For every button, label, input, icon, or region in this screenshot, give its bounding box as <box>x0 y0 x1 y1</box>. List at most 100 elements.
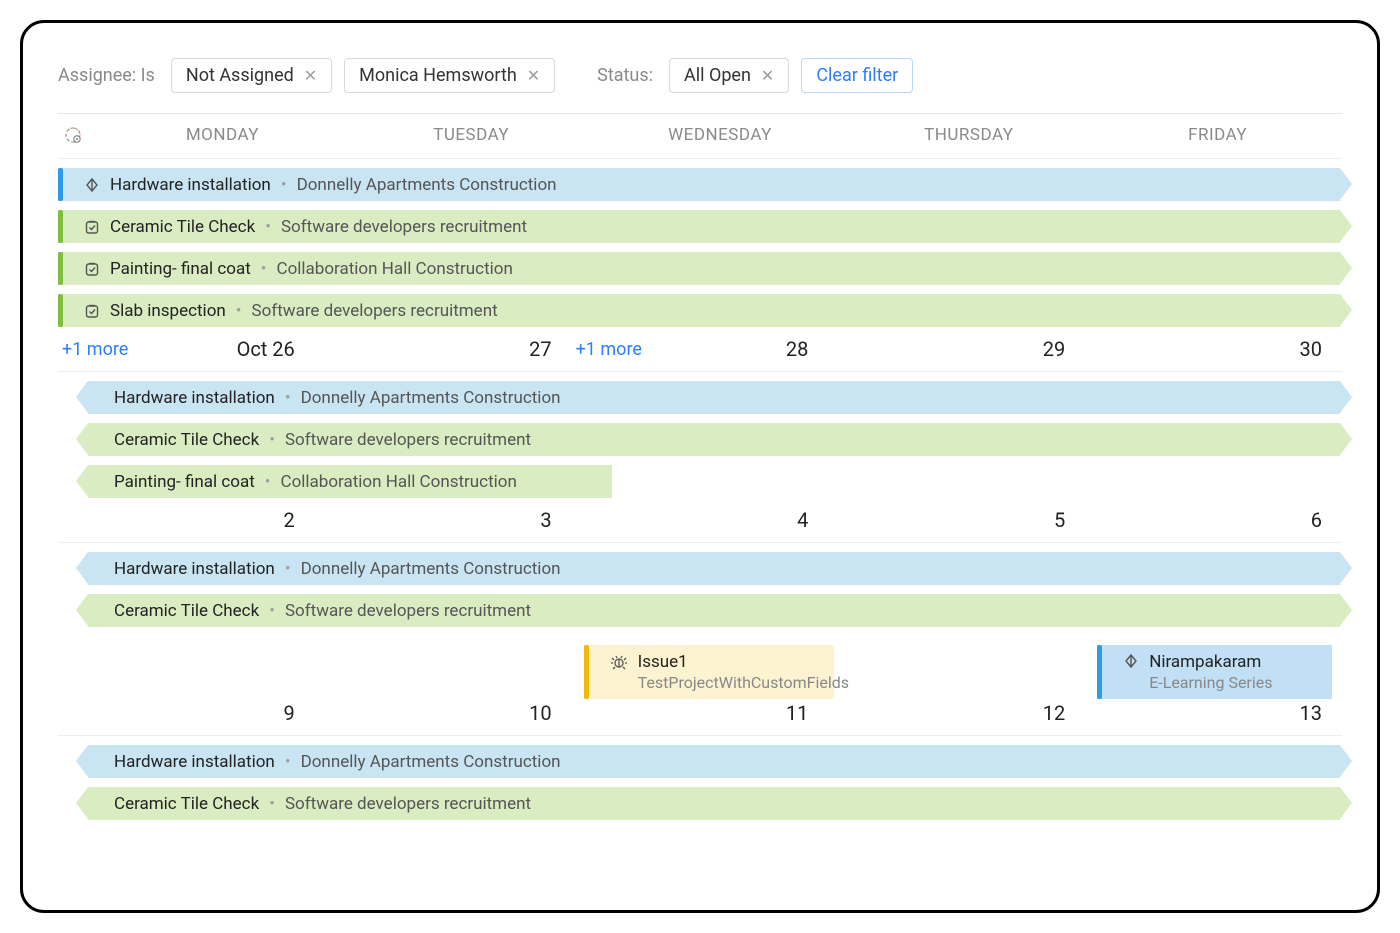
event-title: Ceramic Tile Check <box>114 601 259 621</box>
date-cell[interactable]: 29 <box>828 337 1085 361</box>
event-bar[interactable]: Painting- final coat•Collaboration Hall … <box>58 252 1340 285</box>
event-project: Donnelly Apartments Construction <box>297 175 557 195</box>
close-icon[interactable]: ✕ <box>304 66 317 85</box>
task-icon <box>84 303 100 319</box>
event-project: Software developers recruitment <box>281 217 527 237</box>
date-cell[interactable]: 3 <box>315 508 572 532</box>
calendar-window: Assignee: Is Not Assigned ✕ Monica Hemsw… <box>20 20 1380 913</box>
event-title: Slab inspection <box>110 301 226 321</box>
separator-dot: • <box>269 794 275 814</box>
date-cell[interactable]: 10 <box>315 701 572 725</box>
day-fri: FRIDAY <box>1093 125 1342 145</box>
date-cell[interactable]: 27 <box>315 337 572 361</box>
date-number: 30 <box>1300 337 1322 361</box>
date-number: 4 <box>797 508 808 532</box>
week-row: Hardware installation•Donnelly Apartment… <box>58 371 1342 542</box>
date-number: 3 <box>540 508 551 532</box>
event-bar[interactable]: Slab inspection•Software developers recr… <box>58 294 1340 327</box>
date-cell[interactable]: +1 more28 <box>572 337 829 361</box>
event-project: Donnelly Apartments Construction <box>301 559 561 579</box>
clear-filter-button[interactable]: Clear filter <box>801 58 913 93</box>
event-title: Hardware installation <box>114 559 275 579</box>
day-wed: WEDNESDAY <box>596 125 845 145</box>
chip-text: Not Assigned <box>186 65 294 86</box>
assignee-label: Assignee: Is <box>58 65 155 86</box>
separator-dot: • <box>285 752 291 772</box>
close-icon[interactable]: ✕ <box>761 66 774 85</box>
assignee-chip-monica[interactable]: Monica Hemsworth ✕ <box>344 58 555 93</box>
event-project: TestProjectWithCustomFields <box>638 673 849 693</box>
event-title: Painting- final coat <box>114 472 255 492</box>
status-chip-all-open[interactable]: All Open ✕ <box>669 58 789 93</box>
more-link[interactable]: +1 more <box>576 339 642 360</box>
separator-dot: • <box>261 259 267 279</box>
settings-icon[interactable] <box>62 124 84 146</box>
separator-dot: • <box>285 388 291 408</box>
event-title: Hardware installation <box>110 175 271 195</box>
task-icon <box>84 261 100 277</box>
task-icon <box>84 219 100 235</box>
event-bar[interactable]: Hardware installation • Donnelly Apartment… <box>58 168 1340 201</box>
event-bar[interactable]: Hardware installation•Donnelly Apartment… <box>88 381 1340 414</box>
event-project: Donnelly Apartments Construction <box>301 752 561 772</box>
date-number: 13 <box>1300 701 1322 725</box>
bug-icon <box>610 653 628 671</box>
event-card[interactable]: Issue1TestProjectWithCustomFields <box>584 645 835 699</box>
accent-bar <box>584 645 589 699</box>
date-cell[interactable]: 2 <box>58 508 315 532</box>
date-cell[interactable]: 5 <box>828 508 1085 532</box>
event-bar[interactable]: Ceramic Tile Check•Software developers r… <box>58 210 1340 243</box>
event-bar[interactable]: Hardware installation•Donnelly Apartment… <box>88 745 1340 778</box>
event-bar[interactable]: Hardware installation • Donnelly Apartment… <box>88 552 1340 585</box>
separator-dot: • <box>285 559 291 579</box>
event-bar[interactable]: Ceramic Tile Check•Software developers r… <box>88 423 1340 456</box>
date-cell[interactable]: 11 <box>572 701 829 725</box>
date-cell[interactable]: 12 <box>828 701 1085 725</box>
date-footer: +1 more Oct 26 27+1 more2829 30 <box>58 327 1342 371</box>
milestone-icon <box>1123 653 1139 669</box>
separator-dot: • <box>269 430 275 450</box>
event-project: Donnelly Apartments Construction <box>301 388 561 408</box>
accent-bar <box>58 294 63 327</box>
date-number: Oct 26 <box>237 337 295 361</box>
chip-text: Monica Hemsworth <box>359 65 517 86</box>
date-cell[interactable]: 9 <box>58 701 315 725</box>
separator-dot: • <box>236 301 242 321</box>
separator-dot: • <box>265 217 271 237</box>
assignee-chip-not-assigned[interactable]: Not Assigned ✕ <box>171 58 332 93</box>
close-icon[interactable]: ✕ <box>527 66 540 85</box>
day-header: MONDAY TUESDAY WEDNESDAY THURSDAY FRIDAY <box>58 114 1342 158</box>
date-number: 12 <box>1043 701 1065 725</box>
date-cell[interactable]: 6 <box>1085 508 1342 532</box>
status-label: Status: <box>597 65 653 86</box>
date-cell[interactable]: 30 <box>1085 337 1342 361</box>
date-number: 10 <box>529 701 551 725</box>
separator-dot: • <box>265 472 271 492</box>
event-card[interactable]: NirampakaramE-Learning Series <box>1097 645 1332 699</box>
event-title: Painting- final coat <box>110 259 251 279</box>
date-number: 11 <box>786 701 808 725</box>
event-title: Nirampakaram <box>1149 651 1272 673</box>
chip-text: All Open <box>684 65 751 86</box>
event-project: Collaboration Hall Construction <box>281 472 517 492</box>
date-number: 9 <box>284 701 295 725</box>
accent-bar <box>58 210 63 243</box>
accent-bar <box>58 252 63 285</box>
date-cell[interactable]: 13 <box>1085 701 1342 725</box>
more-link[interactable]: +1 more <box>62 339 128 360</box>
week-row: Hardware installation • Donnelly Apartment… <box>58 158 1342 371</box>
event-bar[interactable]: Ceramic Tile Check•Software developers r… <box>88 787 1340 820</box>
event-bar[interactable]: Ceramic Tile Check•Software developers r… <box>88 594 1340 627</box>
date-cell[interactable]: +1 more Oct 26 <box>58 337 315 361</box>
date-cell[interactable]: 4 <box>572 508 829 532</box>
accent-bar <box>1097 645 1102 699</box>
event-project: Software developers recruitment <box>285 430 531 450</box>
event-title: Ceramic Tile Check <box>114 794 259 814</box>
separator-dot: • <box>281 175 287 195</box>
separator-dot: • <box>269 601 275 621</box>
week-row: Hardware installation•Donnelly Apartment… <box>58 735 1342 820</box>
event-bar[interactable]: Painting- final coat • Collaboration Hall … <box>88 465 612 498</box>
clear-filter-label: Clear filter <box>816 65 898 86</box>
day-thu: THURSDAY <box>844 125 1093 145</box>
milestone-icon <box>84 177 100 193</box>
